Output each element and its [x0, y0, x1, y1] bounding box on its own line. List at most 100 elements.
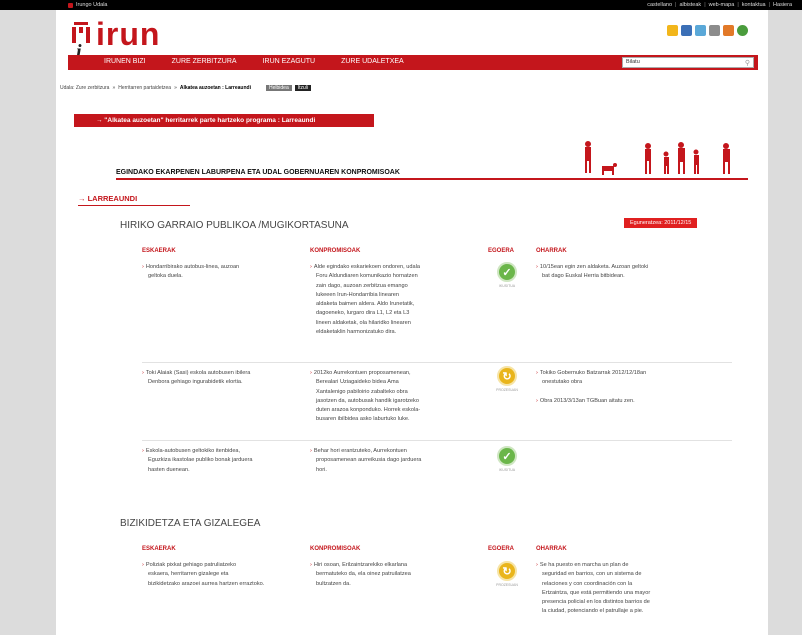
text-line: lukeeen Irun-Hondarribia linearen — [316, 291, 400, 298]
commitment-cell: › Hiri osoan, Erilzaintzarekiko elkarlana… — [310, 561, 480, 589]
site-logo[interactable]: irun — [96, 16, 160, 53]
breadcrumb-separator: » — [112, 85, 116, 91]
shield-icon — [68, 2, 73, 8]
nav-zure-zerbitzura[interactable]: ZURE ZERBITZURA — [172, 58, 237, 65]
search-input[interactable]: Bilatu ⚲ — [622, 57, 754, 68]
separator: | — [768, 2, 771, 8]
column-header-status: EGOERA — [488, 248, 515, 254]
text-line: presencia policial en los distintos barr… — [542, 599, 650, 606]
arrow-icon: › — [536, 562, 538, 568]
link-hasiera[interactable]: Hasiera — [773, 2, 792, 8]
arrow-icon: › — [536, 397, 538, 404]
separator: | — [704, 2, 706, 8]
column-header-notes: OHARRAK — [536, 546, 567, 552]
link-kontaktua[interactable]: kontaktua — [742, 2, 766, 8]
text-line: 2012ko Aurrekontuen proposamenean, — [313, 370, 411, 376]
arrow-icon: › — [142, 562, 144, 568]
check-icon: ✓ — [497, 262, 517, 282]
notes-cell: › Tokiko Gobernuko Batzarrak 2012/12/18an… — [536, 369, 721, 406]
summary-header: EGINDAKO EKARPENEN LABURPENA ETA UDAL GO… — [116, 140, 756, 180]
social-icons — [667, 25, 748, 36]
summary-underline — [116, 178, 748, 180]
top-utility-bar: Irungo Udala castellano | albisteak | we… — [0, 0, 802, 10]
status-indicator: ↻ PROZESUAN — [490, 561, 524, 587]
nav-irunen-bizi[interactable]: IRUNEN BIZI — [104, 58, 146, 65]
column-header-requests: ESKAERAK — [142, 546, 176, 552]
clock-icon: ↻ — [497, 366, 517, 386]
folder-icon[interactable] — [667, 25, 678, 36]
text-line: bultzatzen da. — [316, 580, 351, 587]
text-line: seguridad en barrios, con un sistema de — [542, 571, 642, 578]
link-castellano[interactable]: castellano — [647, 2, 672, 8]
nav-zure-udaletxea[interactable]: ZURE UDALETXEA — [341, 58, 404, 65]
arrow-icon: › — [142, 264, 144, 270]
clock-icon: ↻ — [497, 561, 517, 581]
neighborhood-underline — [78, 205, 190, 206]
arrow-icon: › — [310, 562, 312, 568]
twitter-icon[interactable] — [695, 25, 706, 36]
status-label: PROZESUAN — [496, 583, 518, 587]
text-line: bermatuteko da, ela oinez patruilatzea — [316, 571, 411, 578]
right-background — [768, 10, 802, 635]
column-header-commitments: KONPROMISOAK — [310, 546, 361, 552]
arrow-icon: › — [142, 448, 144, 454]
breadcrumb-item[interactable]: Udala: Zure zerbitzura — [60, 85, 109, 91]
link-web-mapa[interactable]: web-mapa — [709, 2, 735, 8]
arrow-icon: › — [310, 370, 312, 376]
text-line: hori. — [316, 466, 327, 473]
irun-logo-icon[interactable]: i — [70, 20, 92, 60]
text-line: Foru Aldundiaren komunikazio hornatzen — [316, 273, 418, 280]
nav-irun-ezagutu[interactable]: IRUN EZAGUTU — [263, 58, 316, 65]
text-line: proposamenean aurreikusia dago jarduera — [316, 457, 422, 464]
breadcrumb-current: Alkatea auzoetan : Larreaundi — [179, 85, 251, 91]
arrow-icon: › — [536, 264, 538, 270]
text-line: Hiri osoan, Erilzaintzarekiko elkarlana — [313, 562, 408, 568]
request-cell: › Poliziak pixkat gehiago patruliatzeko e… — [142, 561, 307, 589]
text-line: Obra 2013/3/13an TGBuan aitatu zen. — [539, 397, 635, 404]
youtube-icon[interactable] — [709, 25, 720, 36]
facebook-icon[interactable] — [681, 25, 692, 36]
back-button[interactable]: Itzuli — [294, 85, 312, 91]
address-button[interactable]: Helbidea — [265, 85, 292, 91]
text-line: aldaketa baimen aldera. Aldo Irunetatik, — [316, 301, 415, 308]
search-icon[interactable]: ⚲ — [745, 59, 750, 67]
program-banner: → "Alkatea auzoetan" herritarrek parte h… — [74, 114, 374, 127]
left-background — [0, 10, 56, 635]
status-label: IKUSITUA — [498, 284, 516, 288]
section-title-transport: HIRIKO GARRAIO PUBLIKOA /MUGIKORTASUNA — [120, 220, 349, 231]
flower-icon[interactable] — [737, 25, 748, 36]
commitment-cell: › Behar hori erantzuteko, Aurrekontuen pr… — [310, 447, 480, 475]
text-line: Eguzkiza ikastolae publiko bonak jarduer… — [148, 457, 253, 464]
text-line: zain dago, auzoan zerbitzua emango — [316, 282, 408, 289]
text-line: Eskola-autobusen geltokiko itenbidea, — [145, 448, 241, 454]
text-line: onestutako obra — [542, 379, 583, 386]
text-line: jasotzen da, autobusak handik igarotzeko — [316, 397, 419, 404]
commitment-cell: › Alde egindako eskariekoen ondoren, udal… — [310, 263, 480, 337]
column-header-requests: ESKAERAK — [142, 248, 176, 254]
text-line: Berealari Uziagaideko bidea Ama — [316, 379, 399, 386]
arrow-icon: › — [142, 370, 144, 376]
site-header: i irun IRUNEN BIZI ZURE ZERBITZURA IRUN … — [56, 10, 768, 70]
text-line: busaren ibilbidea asko laburtuko luke. — [316, 416, 410, 423]
family-illustration — [585, 141, 730, 175]
commitment-cell: › 2012ko Aurrekontuen proposamenean, Bere… — [310, 369, 480, 425]
column-header-status: EGOERA — [488, 546, 515, 552]
separator: | — [737, 2, 739, 8]
text-line: Xantalenigo pabiloirio zabalteko obra — [316, 388, 408, 395]
link-albisteak[interactable]: albisteak — [679, 2, 701, 8]
text-line: lineen aldaketak, ola hilaridko linearen — [316, 319, 411, 326]
separator: | — [675, 2, 677, 8]
text-line: duten arazoa konponduko. Horrek eskola- — [316, 407, 421, 414]
notes-cell: › 10/15ean egin zen aldaketa. Auzoan gelt… — [536, 263, 716, 282]
breadcrumb-item[interactable]: Herritarren partaidetzea — [118, 85, 171, 91]
status-label: IKUSITUA — [498, 468, 516, 472]
text-line: Ertzaintza, que está permitiendo una may… — [542, 589, 651, 596]
text-line: Poliziak pixkat gehiago patruliatzeko — [145, 562, 237, 568]
breadcrumb-separator: » — [174, 85, 177, 91]
rss-icon[interactable] — [723, 25, 734, 36]
text-line: Denbora gehiago ingurabidetik elortia. — [148, 379, 243, 386]
column-header-commitments: KONPROMISOAK — [310, 248, 361, 254]
municipality-link[interactable]: Irungo Udala — [76, 2, 108, 8]
text-line: la ciudad, potenciando el patrullaje a p… — [542, 608, 644, 615]
text-line: bat dago Euskal Herria bitbidean. — [542, 273, 625, 280]
